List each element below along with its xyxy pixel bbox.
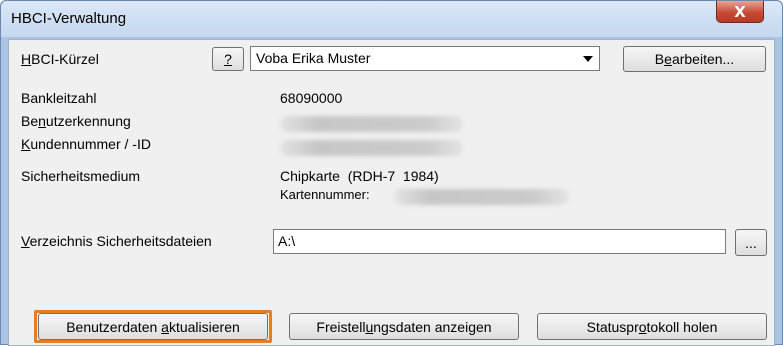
- kartennummer-label: Kartennummer:: [280, 187, 370, 202]
- chevron-down-icon[interactable]: [583, 56, 593, 62]
- verzeichnis-label: Verzeichnis Sicherheitsdateien: [21, 233, 212, 249]
- sicherheitsmedium-value: Chipkarte (RDH-7 1984): [280, 168, 439, 184]
- browse-button[interactable]: ...: [735, 229, 767, 256]
- freistellungsdaten-anzeigen-button[interactable]: Freistell u ngsdaten anzeigen: [289, 313, 519, 340]
- kundennummer-label: Kundennummer / -ID: [21, 136, 151, 152]
- statusprotokoll-holen-button[interactable]: Statuspr o tokoll holen: [537, 313, 767, 340]
- hbci-kuerzel-label: HBCI-Kürzel: [21, 51, 99, 67]
- hbci-kuerzel-dropdown[interactable]: Voba Erika Muster: [250, 46, 600, 71]
- close-icon: X: [734, 2, 746, 21]
- dropdown-selected-value: Voba Erika Muster: [256, 50, 371, 66]
- bankleitzahl-value: 68090000: [280, 90, 343, 106]
- title-bar[interactable]: HBCI-Verwaltung X: [1, 1, 782, 37]
- sicherheitsmedium-label: Sicherheitsmedium: [21, 168, 141, 184]
- verzeichnis-value: A:\: [278, 233, 296, 249]
- verzeichnis-input[interactable]: A:\: [273, 229, 726, 254]
- benutzerkennung-redacted: [280, 116, 463, 132]
- window-title: HBCI-Verwaltung: [11, 10, 127, 27]
- help-button[interactable]: ?: [212, 47, 244, 71]
- kartennummer-redacted: [394, 189, 569, 205]
- benutzerkennung-label: Benutzerkennung: [21, 113, 131, 129]
- highlight-frame: [34, 310, 272, 343]
- bankleitzahl-label: Bankleitzahl: [21, 90, 97, 106]
- close-button[interactable]: X: [716, 1, 764, 23]
- hbci-window: HBCI-Verwaltung X HBCI-Kürzel ? Voba Eri…: [0, 0, 783, 346]
- kundennummer-redacted: [280, 140, 463, 156]
- bearbeiten-button[interactable]: Be arbeiten...: [623, 46, 766, 72]
- dialog-client-area: [8, 39, 775, 346]
